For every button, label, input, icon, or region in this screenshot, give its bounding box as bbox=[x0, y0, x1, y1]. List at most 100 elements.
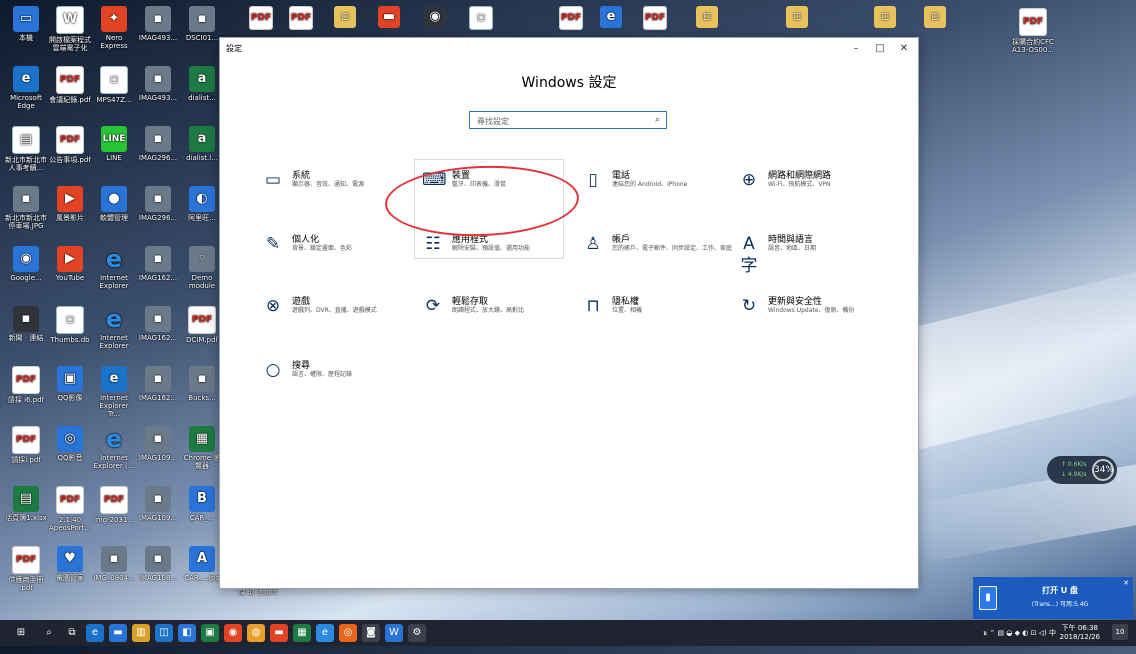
taskbar-app-button[interactable]: W bbox=[385, 624, 403, 642]
taskbar-app-button[interactable]: ◍ bbox=[247, 624, 265, 642]
desktop-icon[interactable]: ▭ 本機 bbox=[5, 6, 47, 42]
taskbar-app-button[interactable]: ▬ bbox=[109, 624, 127, 642]
desktop-icon[interactable]: ▪ IMG_0804... bbox=[93, 546, 135, 582]
desktop-icon[interactable]: PDF 會議紀錄.pdf bbox=[49, 66, 91, 104]
taskbar-app-button[interactable]: ⌕ bbox=[40, 624, 58, 642]
desktop-file-label[interactable]: 擷 取 圖.pdf bbox=[228, 588, 288, 596]
desktop-icon[interactable]: PDF 2.1.40 ApeosPort... bbox=[49, 486, 91, 532]
desktop-icon[interactable]: ▪ IMAG109... bbox=[137, 486, 179, 522]
desktop-icon[interactable]: PDF 請採i.pdf bbox=[5, 426, 47, 464]
desktop-top-icon[interactable]: ▫ bbox=[870, 6, 900, 30]
desktop-icon[interactable]: ▪ IMAG296... bbox=[137, 186, 179, 222]
desktop-top-icon[interactable]: ▫ bbox=[782, 6, 812, 30]
desktop-icon[interactable]: PDF img-2031... bbox=[93, 486, 135, 524]
usb-popup[interactable]: ▮ 打开 U 盘 (Trans...) 可用:5.4G ✕ bbox=[973, 577, 1133, 619]
settings-tile-accounts[interactable]: ♙ 帳戶 您的帳戶、電子郵件、同步設定、工作、家庭 bbox=[582, 230, 742, 270]
desktop-icon[interactable]: ● 軟體管理 bbox=[93, 186, 135, 222]
network-meter[interactable]: ↑ 0.6K/s ↓ 4.9K/s 34% bbox=[1047, 456, 1117, 484]
desktop-icon[interactable]: LINE LINE bbox=[93, 126, 135, 162]
desktop-top-icon[interactable]: PDF bbox=[640, 6, 670, 32]
desktop-top-icon[interactable]: ▫ bbox=[330, 6, 360, 30]
desktop-icon[interactable]: A CAR_...jpg bbox=[181, 546, 223, 582]
desktop-icon[interactable]: PDF 請採 i6.pdf bbox=[5, 366, 47, 404]
desktop-icon[interactable]: ▪ IMAG493... bbox=[137, 6, 179, 42]
usb-popup-close-icon[interactable]: ✕ bbox=[1123, 579, 1129, 587]
desktop-icon[interactable]: ▪ IMAG162... bbox=[137, 246, 179, 282]
search-input[interactable]: 尋找設定 ⌕ bbox=[469, 111, 667, 129]
desktop-icon[interactable]: B CAR_... bbox=[181, 486, 223, 522]
desktop-icon[interactable]: ▪ IMAG296... bbox=[137, 126, 179, 162]
settings-tile-search[interactable]: ○ 搜尋 語言、權限、歷程記錄 bbox=[262, 356, 422, 396]
desktop-icon[interactable]: ▪ 新北市新北市 停車場.JPG bbox=[5, 186, 47, 230]
desktop-icon[interactable]: ▪ IMAG109... bbox=[137, 426, 179, 462]
desktop-icon[interactable]: PDF 公告事項.pdf bbox=[49, 126, 91, 164]
taskbar-app-button[interactable]: ⧉ bbox=[63, 624, 81, 642]
settings-tile-apps[interactable]: ☷ 應用程式 解除安裝、預設值、選用功能 bbox=[422, 230, 582, 270]
taskbar-app-button[interactable]: ◙ bbox=[362, 624, 380, 642]
desktop-icon[interactable]: ◐ 阿里旺... bbox=[181, 186, 223, 222]
desktop-top-icon[interactable]: ▫ bbox=[466, 6, 496, 32]
desktop-icon[interactable]: e Internet Explorer bbox=[93, 306, 135, 350]
taskbar-app-button[interactable]: ▦ bbox=[293, 624, 311, 642]
settings-tile-privacy[interactable]: ⊓ 隱私權 位置、相機 bbox=[582, 292, 742, 332]
desktop-icon[interactable]: ▶ 風景影片 bbox=[49, 186, 91, 222]
desktop-icon[interactable]: ▦ Chrome 瀏覽器 bbox=[181, 426, 223, 470]
desktop-icon[interactable]: W 開啟檔案程式 雲端電子化 bbox=[49, 6, 91, 52]
desktop-icon[interactable]: ▫ MPS47Z... bbox=[93, 66, 135, 104]
desktop-icon[interactable]: e Internet Explorer Tr... bbox=[93, 366, 135, 418]
desktop-icon[interactable]: PDF 供應商手冊 .pdf bbox=[5, 546, 47, 592]
desktop-icon[interactable]: ◦ Demo module bbox=[181, 246, 223, 290]
desktop-top-icon[interactable]: ▫ bbox=[692, 6, 722, 30]
action-center-button[interactable]: 10 bbox=[1112, 624, 1128, 640]
minimize-button[interactable]: – bbox=[844, 40, 868, 58]
desktop-icon[interactable]: ▪ IMAG108... bbox=[137, 546, 179, 582]
desktop-icon-pdf-right[interactable]: PDF 採購合約CFC A13-OS00... bbox=[1005, 8, 1061, 54]
desktop-icon[interactable]: PDF DCIM.pdf bbox=[181, 306, 223, 344]
desktop-top-icon[interactable]: PDF bbox=[556, 6, 586, 32]
desktop-icon[interactable]: ◎ QQ影音 bbox=[49, 426, 91, 462]
window-titlebar[interactable]: 設定 – □ ✕ bbox=[220, 38, 918, 60]
taskbar-app-button[interactable]: ⚙ bbox=[408, 624, 426, 642]
desktop-icon[interactable]: ▪ 新聞 · 連結 bbox=[5, 306, 47, 342]
system-tray[interactable]: ꭱ ⌃ ▤ ◒ ◆ ◐ ⊡ ◁) 中 bbox=[984, 628, 1056, 654]
taskbar-app-button[interactable]: ◧ bbox=[178, 624, 196, 642]
desktop-icon[interactable]: ▤ 活頁簿1.xlsx bbox=[5, 486, 47, 522]
desktop-icon[interactable]: ▤ 新北市新北市 人事考績... bbox=[5, 126, 47, 172]
desktop-icon[interactable]: ▣ QQ影像 bbox=[49, 366, 91, 402]
settings-tile-personalization[interactable]: ✎ 個人化 背景、鎖定畫面、色彩 bbox=[262, 230, 422, 270]
desktop-icon[interactable]: a dialist.l... bbox=[181, 126, 223, 162]
settings-tile-update-security[interactable]: ↻ 更新與安全性 Windows Update、復原、備份 bbox=[738, 292, 898, 332]
taskbar-app-button[interactable]: ▬ bbox=[270, 624, 288, 642]
desktop-icon[interactable]: ▪ IMAG162... bbox=[137, 366, 179, 402]
desktop-icon[interactable]: ◉ Google... bbox=[5, 246, 47, 282]
desktop-top-icon[interactable]: e bbox=[596, 6, 626, 30]
close-button[interactable]: ✕ bbox=[892, 40, 916, 58]
desktop-icon[interactable]: e Microsoft Edge bbox=[5, 66, 47, 110]
desktop-top-icon[interactable]: ◉ bbox=[420, 6, 450, 30]
taskbar-app-button[interactable]: ◫ bbox=[155, 624, 173, 642]
desktop-top-icon[interactable]: ▬ bbox=[374, 6, 404, 30]
taskbar-app-button[interactable]: ▣ bbox=[201, 624, 219, 642]
desktop-icon[interactable]: ▪ Bucks... bbox=[181, 366, 223, 402]
desktop-icon[interactable]: ♥ 電腦管家 bbox=[49, 546, 91, 582]
desktop-icon[interactable]: e Internet Explorer bbox=[93, 246, 135, 290]
settings-tile-network[interactable]: ⊕ 網路和網際網路 Wi-Fi、飛航模式、VPN bbox=[738, 166, 898, 206]
desktop-top-icon[interactable]: ▫ bbox=[920, 6, 950, 30]
desktop-icon[interactable]: ✦ Nero Express bbox=[93, 6, 135, 50]
settings-tile-gaming[interactable]: ⊗ 遊戲 遊戲列、DVR、直播、遊戲模式 bbox=[262, 292, 422, 332]
maximize-button[interactable]: □ bbox=[868, 40, 892, 58]
settings-tile-phone[interactable]: ▯ 電話 連結您的 Android、iPhone bbox=[582, 166, 742, 206]
desktop-top-icon[interactable]: PDF bbox=[246, 6, 276, 32]
settings-tile-ease-of-access[interactable]: ⟳ 輕鬆存取 朗讀程式、放大鏡、高對比 bbox=[422, 292, 582, 332]
desktop-icon[interactable]: ▶ YouTube bbox=[49, 246, 91, 282]
desktop-icon[interactable]: ▪ IMAG493... bbox=[137, 66, 179, 102]
taskbar-app-button[interactable]: e bbox=[316, 624, 334, 642]
taskbar-app-button[interactable]: ▥ bbox=[132, 624, 150, 642]
desktop-icon[interactable]: ▫ Thumbs.db bbox=[49, 306, 91, 344]
taskbar-app-button[interactable]: ◎ bbox=[339, 624, 357, 642]
settings-tile-time-language[interactable]: A字 時間與語言 語音、地區、日期 bbox=[738, 230, 898, 276]
desktop-top-icon[interactable]: PDF bbox=[286, 6, 316, 32]
taskbar-app-button[interactable]: ◉ bbox=[224, 624, 242, 642]
taskbar-app-button[interactable]: e bbox=[86, 624, 104, 642]
desktop-icon[interactable]: e Internet Explorer (... bbox=[93, 426, 135, 470]
